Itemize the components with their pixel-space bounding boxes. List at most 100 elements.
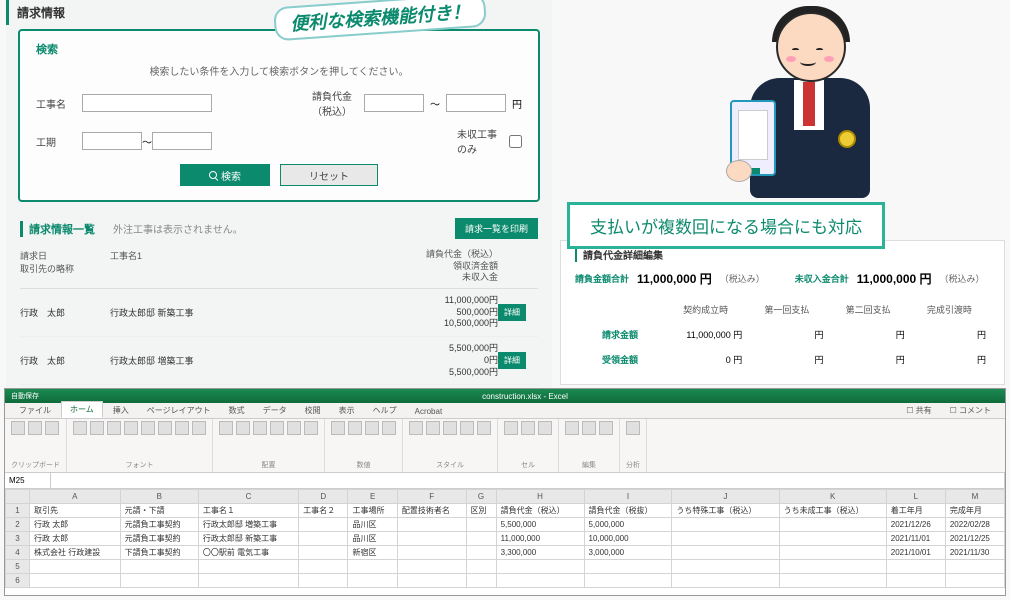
cell[interactable]	[466, 546, 496, 560]
excel-tab[interactable]: ページレイアウト	[139, 403, 219, 418]
excel-grid[interactable]: ABCDEFGHIJKLM1取引先元請・下請工事名１工事名２工事場所配置技術者名…	[5, 489, 1005, 588]
unclosed-checkbox[interactable]	[509, 135, 522, 148]
excel-tab[interactable]: 数式	[221, 403, 253, 418]
cell[interactable]	[397, 560, 466, 574]
cell[interactable]	[299, 574, 348, 588]
cell[interactable]	[496, 574, 584, 588]
cell[interactable]	[672, 574, 779, 588]
amount-to-input[interactable]	[446, 94, 506, 112]
cell[interactable]	[779, 560, 886, 574]
cell[interactable]	[30, 574, 121, 588]
cell[interactable]	[466, 574, 496, 588]
ribbon-button[interactable]	[141, 421, 155, 435]
col-header[interactable]: L	[886, 490, 945, 504]
cell[interactable]	[466, 560, 496, 574]
ribbon-button[interactable]	[521, 421, 535, 435]
cell[interactable]: 2022/02/28	[945, 518, 1004, 532]
cell[interactable]	[348, 560, 397, 574]
cell[interactable]	[466, 532, 496, 546]
ribbon-button[interactable]	[175, 421, 189, 435]
ribbon-button[interactable]	[28, 421, 42, 435]
ribbon-button[interactable]	[158, 421, 172, 435]
ribbon-button[interactable]	[626, 421, 640, 435]
cell[interactable]	[30, 560, 121, 574]
cell[interactable]	[466, 518, 496, 532]
ribbon-button[interactable]	[11, 421, 25, 435]
cell[interactable]	[496, 560, 584, 574]
cell[interactable]	[779, 518, 886, 532]
excel-tab[interactable]: 表示	[331, 403, 363, 418]
cell[interactable]: 新宿区	[348, 546, 397, 560]
cell[interactable]: 行政太郎邸 新築工事	[198, 532, 298, 546]
excel-tab[interactable]: 挿入	[105, 403, 137, 418]
ribbon-button[interactable]	[219, 421, 233, 435]
ribbon-button[interactable]	[107, 421, 121, 435]
ribbon-button[interactable]	[382, 421, 396, 435]
detail-button[interactable]: 詳細	[498, 352, 526, 369]
print-button[interactable]: 請求一覧を印刷	[455, 218, 538, 239]
cell[interactable]	[120, 560, 198, 574]
period-from-input[interactable]	[82, 132, 142, 150]
ribbon-button[interactable]	[426, 421, 440, 435]
reset-button[interactable]: リセット	[280, 164, 378, 186]
cell[interactable]: 5,500,000	[496, 518, 584, 532]
cell[interactable]	[672, 560, 779, 574]
ribbon-button[interactable]	[304, 421, 318, 435]
search-button[interactable]: 検索	[180, 164, 270, 186]
cell[interactable]: 〇〇駅前 電気工事	[198, 546, 298, 560]
excel-tab[interactable]: 校閲	[297, 403, 329, 418]
col-header[interactable]: G	[466, 490, 496, 504]
excel-tab[interactable]: Acrobat	[407, 405, 451, 418]
cell[interactable]	[672, 518, 779, 532]
cell[interactable]: 行政 太郎	[30, 532, 121, 546]
cell[interactable]: 3,000,000	[584, 546, 672, 560]
cell[interactable]: 2021/11/30	[945, 546, 1004, 560]
ribbon-button[interactable]	[270, 421, 284, 435]
col-header[interactable]: E	[348, 490, 397, 504]
cell[interactable]	[779, 574, 886, 588]
col-header[interactable]: M	[945, 490, 1004, 504]
cell[interactable]: 元請負工事契約	[120, 518, 198, 532]
ribbon-button[interactable]	[477, 421, 491, 435]
cell[interactable]: 2021/12/25	[945, 532, 1004, 546]
col-header[interactable]: A	[30, 490, 121, 504]
cell[interactable]: 2021/12/26	[886, 518, 945, 532]
ribbon-button[interactable]	[409, 421, 423, 435]
excel-tab[interactable]: ファイル	[11, 403, 59, 418]
ribbon-button[interactable]	[331, 421, 345, 435]
ribbon-button[interactable]	[73, 421, 87, 435]
cell[interactable]	[299, 532, 348, 546]
detail-button[interactable]: 詳細	[498, 304, 526, 321]
cell[interactable]: 11,000,000	[496, 532, 584, 546]
col-header[interactable]: B	[120, 490, 198, 504]
cell[interactable]: 10,000,000	[584, 532, 672, 546]
cell[interactable]: 2021/10/01	[886, 546, 945, 560]
cell[interactable]	[779, 546, 886, 560]
period-to-input[interactable]	[152, 132, 212, 150]
cell[interactable]	[299, 546, 348, 560]
col-header[interactable]: C	[198, 490, 298, 504]
ribbon-button[interactable]	[582, 421, 596, 435]
col-header[interactable]: D	[299, 490, 348, 504]
ribbon-button[interactable]	[443, 421, 457, 435]
cell[interactable]: 品川区	[348, 518, 397, 532]
ribbon-button[interactable]	[90, 421, 104, 435]
cell[interactable]	[198, 560, 298, 574]
cell[interactable]	[198, 574, 298, 588]
ribbon-button[interactable]	[124, 421, 138, 435]
cell[interactable]: 下請負工事契約	[120, 546, 198, 560]
col-header[interactable]	[6, 490, 30, 504]
cell[interactable]	[397, 532, 466, 546]
cell[interactable]	[397, 518, 466, 532]
excel-tab[interactable]: ヘルプ	[365, 403, 405, 418]
ribbon-button[interactable]	[192, 421, 206, 435]
cell[interactable]: 2021/11/01	[886, 532, 945, 546]
excel-tab[interactable]: ホーム	[61, 401, 103, 418]
cell[interactable]	[584, 560, 672, 574]
ribbon-button[interactable]	[504, 421, 518, 435]
cell[interactable]: 5,000,000	[584, 518, 672, 532]
name-input[interactable]	[82, 94, 212, 112]
cell[interactable]	[779, 532, 886, 546]
ribbon-button[interactable]	[365, 421, 379, 435]
cell[interactable]: 3,300,000	[496, 546, 584, 560]
